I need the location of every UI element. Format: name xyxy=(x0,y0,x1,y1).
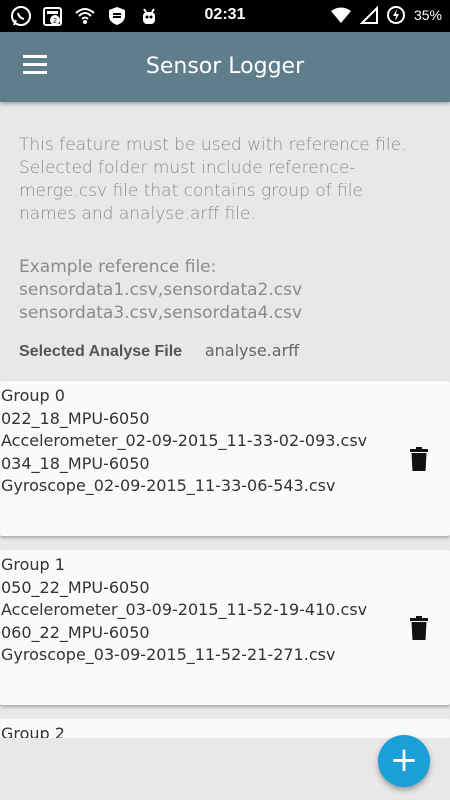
intro-description: This feature must be used with reference… xyxy=(19,134,439,226)
group-content: Group 0 022_18_MPU-6050 Accelerometer_02… xyxy=(1,385,367,498)
battery-charging-icon xyxy=(386,6,405,24)
battery-percent: 35% xyxy=(413,7,442,23)
example-line: sensordata1.csv,sensordata2.csv xyxy=(19,280,303,300)
sensor-name: 050_22_MPU-6050 xyxy=(1,577,150,597)
example-line: Example reference file: xyxy=(19,257,217,277)
cell-signal-icon xyxy=(359,6,378,24)
analyse-value: analyse.arff xyxy=(204,341,300,360)
intro-line: merge.csv file that contains group of fi… xyxy=(19,181,363,201)
analyse-label: Selected Analyse File xyxy=(19,343,183,360)
file-name: Gyroscope_02-09-2015_11-33-06-543.csv xyxy=(1,476,336,495)
delete-trash-icon[interactable] xyxy=(410,616,428,640)
intro-line: Selected folder must include reference- xyxy=(19,158,356,178)
sensor-name: 060_22_MPU-6050 xyxy=(1,622,150,642)
group-content: Group 1 050_22_MPU-6050 Accelerometer_03… xyxy=(1,554,367,667)
group-card[interactable]: Group 1 050_22_MPU-6050 Accelerometer_03… xyxy=(0,550,450,705)
intro-line: This feature must be used with reference… xyxy=(19,135,407,155)
group-title: Group 1 xyxy=(1,555,65,574)
group-title: Group 2 xyxy=(1,724,65,738)
app-bar: Sensor Logger xyxy=(0,32,450,102)
add-group-button[interactable]: + xyxy=(378,735,430,787)
group-card[interactable]: Group 0 022_18_MPU-6050 Accelerometer_02… xyxy=(0,381,450,536)
file-name: Gyroscope_03-09-2015_11-52-21-271.csv xyxy=(1,645,336,664)
status-system: 35% xyxy=(330,5,442,25)
file-name: Accelerometer_02-09-2015_11-33-02-093.cs… xyxy=(1,431,368,450)
intro-line: names and analyse.arff file. xyxy=(19,204,256,224)
sensor-name: 034_18_MPU-6050 xyxy=(1,453,150,473)
sensor-name: 022_18_MPU-6050 xyxy=(1,408,150,428)
file-name: Accelerometer_03-09-2015_11-52-19-410.cs… xyxy=(1,600,368,619)
app-title: Sensor Logger xyxy=(145,54,305,79)
group-title: Group 0 xyxy=(1,386,65,405)
wifi-signal-icon xyxy=(330,7,351,23)
group-content: Group 2 xyxy=(1,723,65,738)
example-reference: Example reference file: sensordata1.csv,… xyxy=(19,256,439,325)
status-bar: 2 02:31 35% xyxy=(0,0,450,32)
delete-trash-icon[interactable] xyxy=(410,447,428,471)
selected-analyse-file: Selected Analyse File analyse.arff xyxy=(19,341,299,361)
group-card[interactable]: Group 2 xyxy=(0,719,450,738)
example-line: sensordata3.csv,sensordata4.csv xyxy=(19,303,303,323)
